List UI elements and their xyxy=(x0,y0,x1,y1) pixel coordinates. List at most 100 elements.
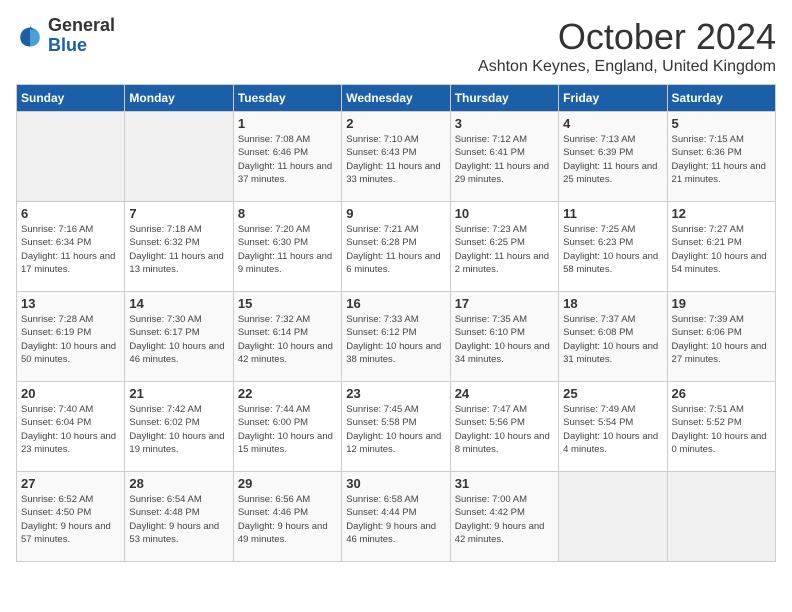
month-title: October 2024 xyxy=(478,16,776,58)
cell-content: Sunrise: 7:40 AM Sunset: 6:04 PM Dayligh… xyxy=(21,403,120,456)
calendar-cell: 2 Sunrise: 7:10 AM Sunset: 6:43 PM Daylig… xyxy=(342,112,450,202)
cell-content: Sunrise: 7:49 AM Sunset: 5:54 PM Dayligh… xyxy=(563,403,662,456)
day-number: 30 xyxy=(346,476,445,491)
calendar-cell: 27 Sunrise: 6:52 AM Sunset: 4:50 PM Dayli… xyxy=(17,472,125,562)
cell-content: Sunrise: 7:51 AM Sunset: 5:52 PM Dayligh… xyxy=(672,403,771,456)
cell-content: Sunrise: 7:13 AM Sunset: 6:39 PM Dayligh… xyxy=(563,133,662,186)
calendar-cell: 25 Sunrise: 7:49 AM Sunset: 5:54 PM Dayli… xyxy=(559,382,667,472)
cell-content: Sunrise: 7:23 AM Sunset: 6:25 PM Dayligh… xyxy=(455,223,554,276)
calendar-cell: 18 Sunrise: 7:37 AM Sunset: 6:08 PM Dayli… xyxy=(559,292,667,382)
cell-content: Sunrise: 7:10 AM Sunset: 6:43 PM Dayligh… xyxy=(346,133,445,186)
calendar-cell: 16Sunrise: 7:33 AM Sunset: 6:12 PM Dayli… xyxy=(342,292,450,382)
day-number: 18 xyxy=(563,296,662,311)
logo-text: General Blue xyxy=(48,16,115,56)
day-number: 23 xyxy=(346,386,445,401)
calendar-cell: 13 Sunrise: 7:28 AM Sunset: 6:19 PM Dayli… xyxy=(17,292,125,382)
calendar-cell: 7 Sunrise: 7:18 AM Sunset: 6:32 PM Daylig… xyxy=(125,202,233,292)
week-row-5: 27 Sunrise: 6:52 AM Sunset: 4:50 PM Dayli… xyxy=(17,472,776,562)
calendar-cell: 5 Sunrise: 7:15 AM Sunset: 6:36 PM Daylig… xyxy=(667,112,775,202)
day-number: 17 xyxy=(455,296,554,311)
calendar-cell: 20 Sunrise: 7:40 AM Sunset: 6:04 PM Dayli… xyxy=(17,382,125,472)
day-header-friday: Friday xyxy=(559,85,667,112)
cell-content: Sunrise: 7:44 AM Sunset: 6:00 PM Dayligh… xyxy=(238,403,337,456)
day-number: 14 xyxy=(129,296,228,311)
day-number: 28 xyxy=(129,476,228,491)
day-number: 27 xyxy=(21,476,120,491)
day-number: 6 xyxy=(21,206,120,221)
day-number: 21 xyxy=(129,386,228,401)
calendar-cell: 1Sunrise: 7:08 AM Sunset: 6:46 PM Daylig… xyxy=(233,112,341,202)
day-number: 8 xyxy=(238,206,337,221)
cell-content: Sunrise: 7:42 AM Sunset: 6:02 PM Dayligh… xyxy=(129,403,228,456)
day-number: 25 xyxy=(563,386,662,401)
calendar-cell: 22Sunrise: 7:44 AM Sunset: 6:00 PM Dayli… xyxy=(233,382,341,472)
logo: General Blue xyxy=(16,16,115,56)
calendar-cell: 17 Sunrise: 7:35 AM Sunset: 6:10 PM Dayli… xyxy=(450,292,558,382)
cell-content: Sunrise: 7:30 AM Sunset: 6:17 PM Dayligh… xyxy=(129,313,228,366)
day-number: 20 xyxy=(21,386,120,401)
day-header-monday: Monday xyxy=(125,85,233,112)
day-number: 11 xyxy=(563,206,662,221)
cell-content: Sunrise: 6:52 AM Sunset: 4:50 PM Dayligh… xyxy=(21,493,120,546)
day-number: 16 xyxy=(346,296,445,311)
location: Ashton Keynes, England, United Kingdom xyxy=(478,58,776,76)
cell-content: Sunrise: 7:37 AM Sunset: 6:08 PM Dayligh… xyxy=(563,313,662,366)
calendar-cell xyxy=(667,472,775,562)
calendar-cell: 24Sunrise: 7:47 AM Sunset: 5:56 PM Dayli… xyxy=(450,382,558,472)
day-number: 7 xyxy=(129,206,228,221)
day-number: 26 xyxy=(672,386,771,401)
calendar-cell: 19Sunrise: 7:39 AM Sunset: 6:06 PM Dayli… xyxy=(667,292,775,382)
day-number: 12 xyxy=(672,206,771,221)
day-headers-row: SundayMondayTuesdayWednesdayThursdayFrid… xyxy=(17,85,776,112)
calendar-cell: 8 Sunrise: 7:20 AM Sunset: 6:30 PM Daylig… xyxy=(233,202,341,292)
title-block: October 2024 Ashton Keynes, England, Uni… xyxy=(478,16,776,76)
calendar-table: SundayMondayTuesdayWednesdayThursdayFrid… xyxy=(16,84,776,562)
cell-content: Sunrise: 7:15 AM Sunset: 6:36 PM Dayligh… xyxy=(672,133,771,186)
calendar-cell: 12 Sunrise: 7:27 AM Sunset: 6:21 PM Dayli… xyxy=(667,202,775,292)
cell-content: Sunrise: 7:28 AM Sunset: 6:19 PM Dayligh… xyxy=(21,313,120,366)
calendar-cell: 31 Sunrise: 7:00 AM Sunset: 4:42 PM Dayli… xyxy=(450,472,558,562)
cell-content: Sunrise: 7:12 AM Sunset: 6:41 PM Dayligh… xyxy=(455,133,554,186)
day-number: 24 xyxy=(455,386,554,401)
calendar-cell: 15 Sunrise: 7:32 AM Sunset: 6:14 PM Dayli… xyxy=(233,292,341,382)
cell-content: Sunrise: 6:56 AM Sunset: 4:46 PM Dayligh… xyxy=(238,493,337,546)
calendar-cell: 26 Sunrise: 7:51 AM Sunset: 5:52 PM Dayli… xyxy=(667,382,775,472)
calendar-cell xyxy=(17,112,125,202)
calendar-cell: 11Sunrise: 7:25 AM Sunset: 6:23 PM Dayli… xyxy=(559,202,667,292)
day-number: 5 xyxy=(672,116,771,131)
calendar-cell xyxy=(125,112,233,202)
day-number: 31 xyxy=(455,476,554,491)
week-row-4: 20 Sunrise: 7:40 AM Sunset: 6:04 PM Dayli… xyxy=(17,382,776,472)
cell-content: Sunrise: 7:39 AM Sunset: 6:06 PM Dayligh… xyxy=(672,313,771,366)
page-header: General Blue October 2024 Ashton Keynes,… xyxy=(16,16,776,76)
day-number: 10 xyxy=(455,206,554,221)
day-header-sunday: Sunday xyxy=(17,85,125,112)
cell-content: Sunrise: 7:16 AM Sunset: 6:34 PM Dayligh… xyxy=(21,223,120,276)
cell-content: Sunrise: 7:00 AM Sunset: 4:42 PM Dayligh… xyxy=(455,493,554,546)
day-header-saturday: Saturday xyxy=(667,85,775,112)
day-number: 4 xyxy=(563,116,662,131)
cell-content: Sunrise: 7:32 AM Sunset: 6:14 PM Dayligh… xyxy=(238,313,337,366)
day-header-tuesday: Tuesday xyxy=(233,85,341,112)
day-number: 29 xyxy=(238,476,337,491)
day-header-wednesday: Wednesday xyxy=(342,85,450,112)
cell-content: Sunrise: 7:21 AM Sunset: 6:28 PM Dayligh… xyxy=(346,223,445,276)
cell-content: Sunrise: 7:18 AM Sunset: 6:32 PM Dayligh… xyxy=(129,223,228,276)
day-number: 13 xyxy=(21,296,120,311)
week-row-2: 6 Sunrise: 7:16 AM Sunset: 6:34 PM Daylig… xyxy=(17,202,776,292)
day-number: 1 xyxy=(238,116,337,131)
cell-content: Sunrise: 7:27 AM Sunset: 6:21 PM Dayligh… xyxy=(672,223,771,276)
cell-content: Sunrise: 7:35 AM Sunset: 6:10 PM Dayligh… xyxy=(455,313,554,366)
calendar-cell: 30 Sunrise: 6:58 AM Sunset: 4:44 PM Dayli… xyxy=(342,472,450,562)
calendar-cell: 3Sunrise: 7:12 AM Sunset: 6:41 PM Daylig… xyxy=(450,112,558,202)
calendar-cell: 23 Sunrise: 7:45 AM Sunset: 5:58 PM Dayli… xyxy=(342,382,450,472)
cell-content: Sunrise: 7:45 AM Sunset: 5:58 PM Dayligh… xyxy=(346,403,445,456)
calendar-cell: 21 Sunrise: 7:42 AM Sunset: 6:02 PM Dayli… xyxy=(125,382,233,472)
calendar-cell: 14 Sunrise: 7:30 AM Sunset: 6:17 PM Dayli… xyxy=(125,292,233,382)
day-number: 15 xyxy=(238,296,337,311)
calendar-cell xyxy=(559,472,667,562)
calendar-cell: 28Sunrise: 6:54 AM Sunset: 4:48 PM Dayli… xyxy=(125,472,233,562)
cell-content: Sunrise: 6:58 AM Sunset: 4:44 PM Dayligh… xyxy=(346,493,445,546)
cell-content: Sunrise: 7:20 AM Sunset: 6:30 PM Dayligh… xyxy=(238,223,337,276)
day-number: 2 xyxy=(346,116,445,131)
